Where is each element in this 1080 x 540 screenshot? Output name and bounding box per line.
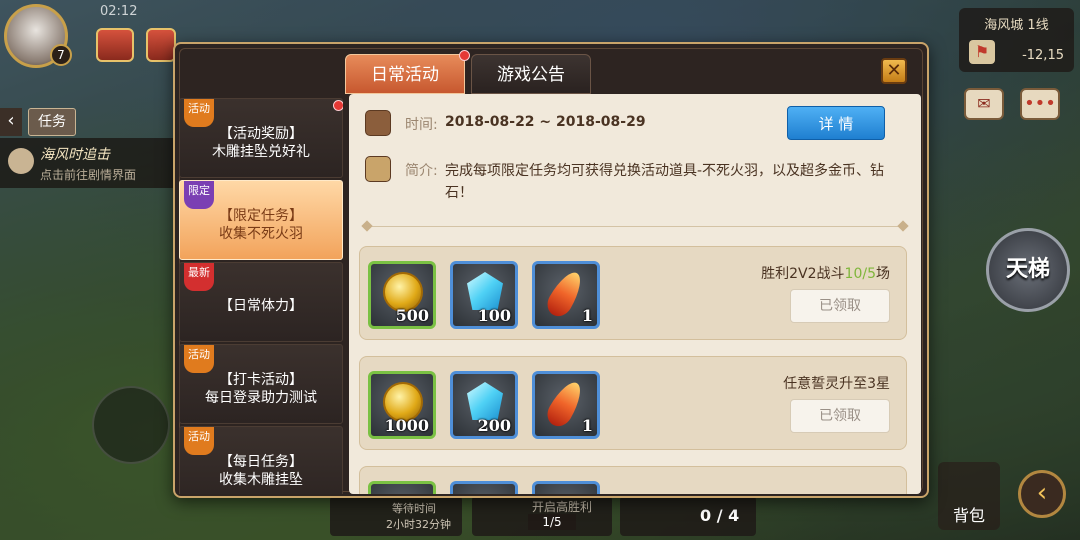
list-item-title: 【打卡活动】 — [219, 372, 303, 388]
claimed-button[interactable]: 已领取 — [790, 399, 890, 433]
notification-dot — [459, 50, 470, 61]
diamond-icon — [467, 382, 503, 420]
phoenix-feather-icon — [542, 267, 588, 321]
clock-icon — [365, 110, 391, 136]
victory-chest-panel[interactable]: 开启高胜利 1/5 — [472, 496, 612, 536]
new-badge: 最新 — [184, 263, 214, 291]
chat-icon[interactable]: ••• — [1020, 88, 1060, 120]
reward-feather[interactable]: 1 — [532, 371, 600, 439]
task-row — [359, 466, 907, 494]
reward-qty: 200 — [477, 416, 511, 435]
list-item-limited-task[interactable]: 限定 【限定任务】 收集不死火羽 — [179, 180, 343, 260]
list-item-subtitle: 木雕挂坠兑好礼 — [212, 144, 310, 160]
status-clock: 02:12 — [100, 4, 138, 19]
quest-title: 海风时追击 — [40, 147, 110, 163]
time-value: 2018-08-22 ~ 2018-08-29 — [445, 114, 646, 130]
match-count-panel[interactable]: 0 / 4 — [620, 496, 756, 536]
bag-label: 背包 — [952, 506, 985, 525]
reward-qty: 100 — [477, 306, 511, 325]
task-name-prefix: 胜利2V2战斗 — [761, 266, 845, 282]
gift-box-icon[interactable] — [96, 28, 134, 62]
divider-ornament — [361, 220, 373, 232]
quest-tracker[interactable]: 海风时追击 点击前往剧情界面 — [0, 138, 176, 188]
reward-qty: 1000 — [384, 416, 429, 435]
time-label: 时间: — [405, 117, 438, 133]
tab-game-notice[interactable]: 游戏公告 — [471, 54, 591, 94]
reward-feather[interactable] — [532, 481, 600, 494]
matchmaking-wait-panel[interactable]: 等待时间 2小时32分钟 — [330, 496, 462, 536]
tab-daily-activity[interactable]: 日常活动 — [345, 54, 465, 94]
location-panel[interactable]: 海风城 1线 ⚑ -12,15 — [959, 8, 1074, 72]
wait-value: 2小时32分钟 — [386, 518, 451, 531]
activity-dialog: 日常活动 游戏公告 ✕ 活动 【活动奖励】 木雕挂坠兑好礼 限定 【限定任务】 … — [173, 42, 929, 498]
ladder-button[interactable]: 天梯 — [986, 228, 1070, 312]
reward-feather[interactable]: 1 — [532, 261, 600, 329]
map-pin-icon: ⚑ — [969, 40, 995, 64]
quest-icon — [8, 148, 34, 174]
list-item-title: 【活动奖励】 — [219, 126, 303, 142]
list-item-subtitle: 收集不死火羽 — [219, 226, 303, 242]
list-item-daily-task[interactable]: 活动 【每日任务】 收集木雕挂坠 — [179, 426, 343, 494]
list-item-activity-reward[interactable]: 活动 【活动奖励】 木雕挂坠兑好礼 — [179, 98, 343, 178]
task-progress-total: /5 — [862, 266, 876, 282]
reward-qty: 1 — [581, 416, 593, 435]
scroll-icon — [365, 156, 391, 182]
detail-button[interactable]: 详 情 — [787, 106, 885, 140]
activity-content[interactable]: 时间: 2018-08-22 ~ 2018-08-29 详 情 简介: 完成每项… — [349, 94, 921, 494]
reward-qty: 1 — [581, 306, 593, 325]
quest-hint: 点击前往剧情界面 — [40, 168, 137, 182]
phoenix-feather-icon — [542, 377, 588, 431]
task-progress-current: 10 — [844, 266, 863, 282]
list-item-subtitle: 收集木雕挂坠 — [219, 472, 303, 488]
mail-icon[interactable]: ✉ — [964, 88, 1004, 120]
reward-diamond[interactable] — [450, 481, 518, 494]
reward-diamond[interactable]: 200 — [450, 371, 518, 439]
collapse-arrow-icon[interactable]: ‹ — [0, 108, 22, 136]
reward-gold[interactable] — [368, 481, 436, 494]
intro-label: 简介: — [405, 163, 438, 179]
list-item-checkin[interactable]: 活动 【打卡活动】 每日登录助力测试 — [179, 344, 343, 424]
list-item-title: 【每日任务】 — [219, 454, 303, 470]
wait-label: 等待时间 — [392, 502, 436, 515]
task-row: 1000 200 1 任意誓灵升至3星 已领取 — [359, 356, 907, 450]
match-count: 0 / 4 — [700, 506, 740, 525]
task-tab[interactable]: 任务 — [28, 108, 76, 136]
reward-gold[interactable]: 500 — [368, 261, 436, 329]
player-coords: -12,15 — [1022, 48, 1064, 63]
victory-count: 1/5 — [528, 514, 576, 530]
list-item-subtitle: 每日登录助力测试 — [205, 390, 317, 406]
reward-qty: 500 — [395, 306, 429, 325]
task-name: 任意誓灵升至3星 — [783, 376, 890, 392]
list-item-title: 【限定任务】 — [219, 208, 303, 224]
list-item-daily-stamina[interactable]: 最新 【日常体力】 — [179, 262, 343, 342]
reward-gold[interactable]: 1000 — [368, 371, 436, 439]
activity-list[interactable]: 活动 【活动奖励】 木雕挂坠兑好礼 限定 【限定任务】 收集不死火羽 最新 【日… — [179, 98, 343, 494]
intro-text: 完成每项限定任务均可获得兑换活动道具-不死火羽，以及超多金币、钻石！ — [445, 163, 885, 201]
gift-box-icon-2[interactable] — [146, 28, 176, 62]
list-item-title: 【日常体力】 — [219, 298, 303, 314]
task-name: 胜利2V2战斗10/5场 — [761, 263, 890, 283]
player-level-badge: 7 — [50, 44, 72, 66]
reward-diamond[interactable]: 100 — [450, 261, 518, 329]
divider — [365, 226, 905, 227]
divider-ornament — [897, 220, 909, 232]
menu-toggle-arrow-icon[interactable]: ‹ — [1018, 470, 1066, 518]
city-name: 海风城 1线 — [984, 18, 1049, 33]
virtual-joystick[interactable] — [92, 386, 170, 464]
bag-button[interactable]: 背包 — [938, 462, 1000, 530]
task-name-suffix: 场 — [876, 266, 890, 282]
victory-label: 开启高胜利 — [532, 500, 593, 514]
notification-dot — [333, 100, 343, 111]
close-button[interactable]: ✕ — [881, 58, 907, 84]
task-row: 500 100 1 胜利2V2战斗10/5场 已领取 — [359, 246, 907, 340]
diamond-icon — [467, 272, 503, 310]
claimed-button[interactable]: 已领取 — [790, 289, 890, 323]
